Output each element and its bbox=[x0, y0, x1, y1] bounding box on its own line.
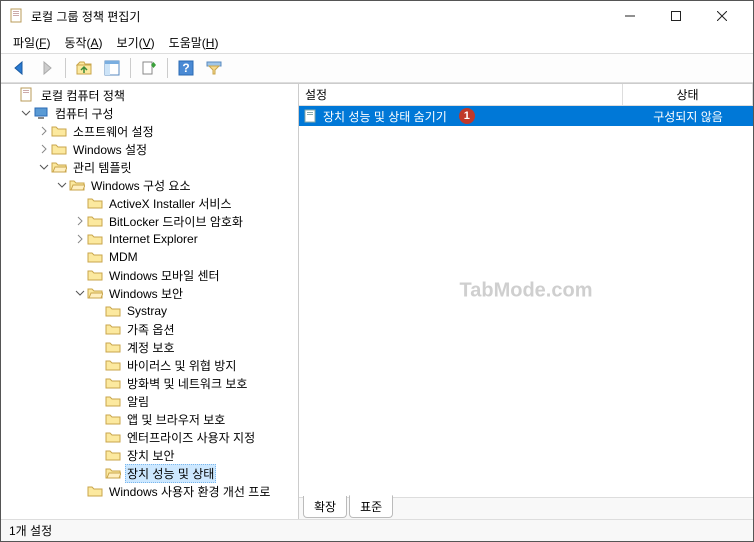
folder-icon bbox=[105, 303, 121, 319]
tree-root[interactable]: 로컬 컴퓨터 정책 bbox=[1, 86, 298, 104]
folder-open-icon bbox=[87, 285, 103, 301]
svg-text:?: ? bbox=[182, 61, 189, 75]
folder-icon bbox=[87, 231, 103, 247]
folder-icon bbox=[105, 447, 121, 463]
annotation-badge: 1 bbox=[459, 108, 475, 124]
tree-admin-templates[interactable]: 관리 템플릿 bbox=[1, 158, 298, 176]
menu-action[interactable]: 동작(A) bbox=[58, 32, 108, 53]
folder-icon bbox=[51, 141, 67, 157]
forward-button[interactable] bbox=[35, 56, 59, 80]
menu-view[interactable]: 보기(V) bbox=[111, 32, 161, 53]
chevron-right-icon[interactable] bbox=[37, 124, 51, 138]
help-button[interactable]: ? bbox=[174, 56, 198, 80]
tab-standard[interactable]: 표준 bbox=[349, 495, 393, 518]
folder-icon bbox=[105, 429, 121, 445]
tree-experience[interactable]: Windows 사용자 환경 개선 프로 bbox=[1, 482, 298, 500]
maximize-button[interactable] bbox=[653, 1, 699, 31]
tree-family[interactable]: 가족 옵션 bbox=[1, 320, 298, 338]
chevron-right-icon[interactable] bbox=[73, 232, 87, 246]
tree-computer-config[interactable]: 컴퓨터 구성 bbox=[1, 104, 298, 122]
folder-icon bbox=[87, 249, 103, 265]
tree-ie[interactable]: Internet Explorer bbox=[1, 230, 298, 248]
tree-systray[interactable]: Systray bbox=[1, 302, 298, 320]
filter-button[interactable] bbox=[202, 56, 226, 80]
tree-activex[interactable]: ActiveX Installer 서비스 bbox=[1, 194, 298, 212]
folder-icon bbox=[105, 339, 121, 355]
menu-help[interactable]: 도움말(H) bbox=[163, 32, 225, 53]
folder-icon bbox=[105, 375, 121, 391]
folder-icon bbox=[105, 411, 121, 427]
folder-icon bbox=[87, 213, 103, 229]
statusbar: 1개 설정 bbox=[1, 519, 753, 541]
folder-icon bbox=[87, 267, 103, 283]
row-state-text: 구성되지 않음 bbox=[623, 108, 753, 125]
tree-windows-settings[interactable]: Windows 설정 bbox=[1, 140, 298, 158]
tree-app-browser[interactable]: 앱 및 브라우저 보호 bbox=[1, 410, 298, 428]
back-button[interactable] bbox=[7, 56, 31, 80]
up-button[interactable] bbox=[72, 56, 96, 80]
column-header-setting[interactable]: 설정 bbox=[299, 84, 623, 105]
app-icon bbox=[9, 8, 25, 24]
row-name-text: 장치 성능 및 상태 숨기기 bbox=[323, 108, 447, 125]
chevron-right-icon[interactable] bbox=[37, 142, 51, 156]
tabs: 확장 표준 bbox=[299, 497, 753, 519]
folder-icon bbox=[51, 123, 67, 139]
tree-windows-security[interactable]: Windows 보안 bbox=[1, 284, 298, 302]
list-area[interactable]: 설정 상태 장치 성능 및 상태 숨기기 1 구성되지 않음 TabMode.co… bbox=[299, 84, 753, 497]
folder-open-icon bbox=[105, 465, 121, 481]
folder-icon bbox=[105, 393, 121, 409]
policy-item-icon bbox=[303, 108, 319, 124]
folder-icon bbox=[87, 195, 103, 211]
tree-firewall[interactable]: 방화벽 및 네트워크 보호 bbox=[1, 374, 298, 392]
main-area: 로컬 컴퓨터 정책 컴퓨터 구성 소프트웨어 설정 Windows 설정 관리 bbox=[1, 83, 753, 519]
show-hide-tree-button[interactable] bbox=[100, 56, 124, 80]
watermark: TabMode.com bbox=[460, 279, 593, 302]
toolbar: ? bbox=[1, 53, 753, 83]
list-header: 설정 상태 bbox=[299, 84, 753, 106]
detail-pane: 설정 상태 장치 성능 및 상태 숨기기 1 구성되지 않음 TabMode.co… bbox=[299, 84, 753, 519]
tree-mobility[interactable]: Windows 모바일 센터 bbox=[1, 266, 298, 284]
status-text: 1개 설정 bbox=[9, 522, 52, 539]
folder-open-icon bbox=[69, 177, 85, 193]
tree-bitlocker[interactable]: BitLocker 드라이브 암호화 bbox=[1, 212, 298, 230]
chevron-down-icon[interactable] bbox=[73, 286, 87, 300]
window-title: 로컬 그룹 정책 편집기 bbox=[31, 8, 607, 25]
minimize-button[interactable] bbox=[607, 1, 653, 31]
tree-virus[interactable]: 바이러스 및 위협 방지 bbox=[1, 356, 298, 374]
folder-open-icon bbox=[51, 159, 67, 175]
tree-enterprise[interactable]: 엔터프라이즈 사용자 지정 bbox=[1, 428, 298, 446]
tree-device-performance[interactable]: 장치 성능 및 상태 bbox=[1, 464, 298, 482]
tree-notify[interactable]: 알림 bbox=[1, 392, 298, 410]
tab-extended[interactable]: 확장 bbox=[303, 496, 347, 518]
folder-icon bbox=[87, 483, 103, 499]
tree-device-security[interactable]: 장치 보안 bbox=[1, 446, 298, 464]
titlebar: 로컬 그룹 정책 편집기 bbox=[1, 1, 753, 31]
tree-windows-components[interactable]: Windows 구성 요소 bbox=[1, 176, 298, 194]
chevron-down-icon[interactable] bbox=[55, 178, 69, 192]
folder-icon bbox=[105, 321, 121, 337]
policy-icon bbox=[19, 87, 35, 103]
list-row[interactable]: 장치 성능 및 상태 숨기기 1 구성되지 않음 bbox=[299, 106, 753, 126]
chevron-right-icon[interactable] bbox=[73, 214, 87, 228]
menubar: 파일(F) 동작(A) 보기(V) 도움말(H) bbox=[1, 31, 753, 53]
menu-file[interactable]: 파일(F) bbox=[7, 32, 56, 53]
computer-icon bbox=[33, 105, 49, 121]
column-header-state[interactable]: 상태 bbox=[623, 84, 753, 105]
chevron-down-icon[interactable] bbox=[19, 106, 33, 120]
export-button[interactable] bbox=[137, 56, 161, 80]
chevron-down-icon[interactable] bbox=[37, 160, 51, 174]
close-button[interactable] bbox=[699, 1, 745, 31]
tree-mdm[interactable]: MDM bbox=[1, 248, 298, 266]
tree-software-settings[interactable]: 소프트웨어 설정 bbox=[1, 122, 298, 140]
tree-pane[interactable]: 로컬 컴퓨터 정책 컴퓨터 구성 소프트웨어 설정 Windows 설정 관리 bbox=[1, 84, 299, 519]
tree-account[interactable]: 계정 보호 bbox=[1, 338, 298, 356]
folder-icon bbox=[105, 357, 121, 373]
